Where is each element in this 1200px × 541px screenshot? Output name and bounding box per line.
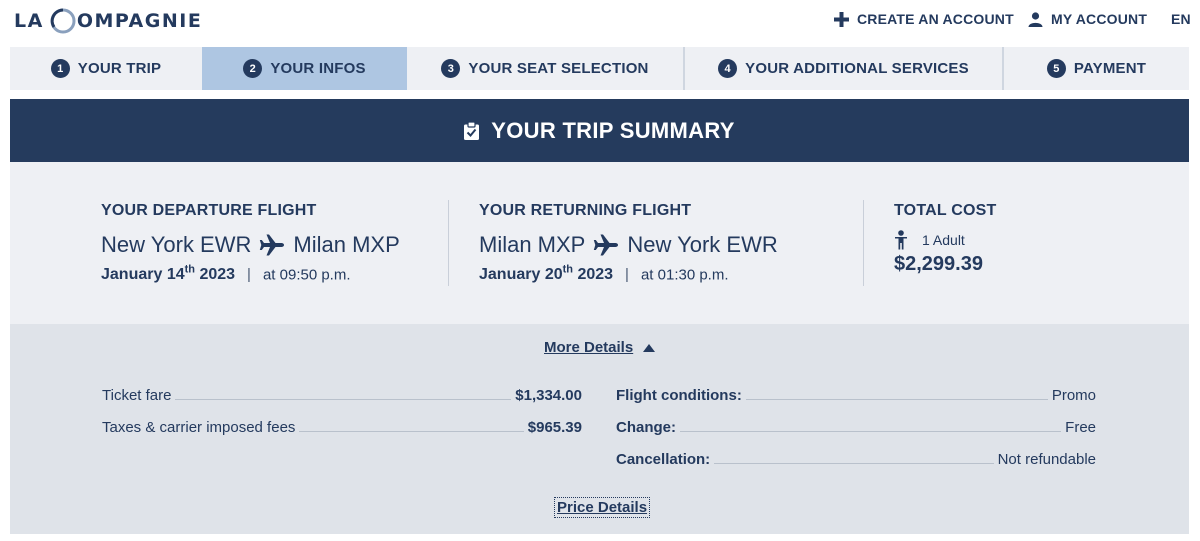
clipboard-check-icon [464, 121, 480, 140]
separator: | [625, 266, 629, 284]
returning-time: at 01:30 p.m. [640, 266, 729, 284]
condition-label: Flight conditions: [616, 387, 742, 404]
step-your-infos[interactable]: 2 YOUR INFOS [202, 47, 407, 90]
condition-row-flight: Flight conditions: Promo [616, 387, 1096, 404]
step-label: YOUR SEAT SELECTION [468, 60, 649, 77]
fare-value: $965.39 [527, 419, 582, 436]
departure-heading: YOUR DEPARTURE FLIGHT [101, 202, 317, 219]
my-account-link[interactable]: MY ACCOUNT [1028, 11, 1147, 27]
leader-line [745, 399, 1048, 400]
condition-label: Cancellation: [616, 451, 711, 468]
column-divider [863, 200, 864, 286]
returning-date: January 20th 2023 [479, 264, 614, 284]
fare-row-taxes: Taxes & carrier imposed fees $965.39 [102, 419, 582, 436]
departure-route: New York EWR Milan MXP [101, 232, 400, 258]
departure-date: January 14th 2023 [101, 264, 236, 284]
step-label: YOUR TRIP [77, 60, 162, 77]
returning-datetime: January 20th 2023 | at 01:30 p.m. [479, 264, 778, 284]
more-details-toggle[interactable]: More Details [544, 339, 656, 356]
departure-time: at 09:50 p.m. [262, 266, 351, 284]
leader-line [299, 431, 524, 432]
create-account-label: CREATE AN ACCOUNT [857, 11, 1014, 27]
leader-line [680, 431, 1062, 432]
step-payment[interactable]: 5 PAYMENT [1002, 47, 1189, 90]
separator: | [247, 266, 251, 284]
step-number: 1 [50, 59, 70, 78]
step-number: 5 [1046, 59, 1066, 78]
condition-label: Change: [616, 419, 676, 436]
step-your-trip[interactable]: 1 YOUR TRIP [10, 47, 202, 90]
logo-c-mark [50, 8, 76, 34]
step-label: YOUR INFOS [270, 60, 366, 77]
passenger-count: 1 Adult [894, 230, 996, 250]
plane-icon [260, 234, 285, 256]
step-number: 3 [441, 59, 461, 78]
returning-route: Milan MXP New York EWR [479, 232, 778, 258]
leader-line [175, 399, 512, 400]
leader-line [714, 463, 994, 464]
departure-datetime: January 14th 2023 | at 09:50 p.m. [101, 264, 400, 284]
departure-flight: YOUR DEPARTURE FLIGHT New York EWR Milan… [101, 202, 400, 284]
condition-row-cancellation: Cancellation: Not refundable [616, 451, 1096, 468]
trip-summary-panel: YOUR DEPARTURE FLIGHT New York EWR Milan… [10, 162, 1189, 324]
caret-up-icon [643, 343, 656, 352]
step-seat-selection[interactable]: 3 YOUR SEAT SELECTION [407, 47, 683, 90]
fare-value: $1,334.00 [515, 387, 582, 404]
plane-icon [594, 234, 619, 256]
logo-rest: OMPAGNIE [76, 10, 203, 32]
column-divider [448, 200, 449, 286]
my-account-label: MY ACCOUNT [1051, 11, 1148, 27]
total-amount: $2,299.39 [894, 253, 983, 275]
condition-row-change: Change: Free [616, 419, 1096, 436]
more-details-panel: More Details Ticket fare $1,334.00 Taxes… [10, 324, 1189, 534]
site-header: LA OMPAGNIE CREATE AN ACCOUNT MY ACCOUNT… [0, 0, 1200, 44]
logo-prefix: LA [14, 10, 44, 32]
condition-value: Not refundable [997, 451, 1096, 468]
passenger-label: 1 Adult [922, 232, 965, 248]
condition-value: Promo [1051, 387, 1096, 404]
returning-heading: YOUR RETURNING FLIGHT [479, 202, 692, 219]
fare-label: Taxes & carrier imposed fees [102, 419, 296, 436]
step-label: YOUR ADDITIONAL SERVICES [745, 60, 969, 77]
person-icon [895, 230, 907, 250]
step-number: 4 [718, 59, 738, 78]
departure-to: Milan MXP [293, 232, 400, 257]
language-label: EN [1171, 11, 1191, 27]
departure-from: New York EWR [101, 232, 252, 257]
price-details-link[interactable]: Price Details [554, 497, 651, 518]
fare-label: Ticket fare [102, 387, 172, 404]
trip-summary-banner: YOUR TRIP SUMMARY [10, 99, 1189, 162]
user-icon [1028, 11, 1043, 27]
returning-to: New York EWR [627, 232, 778, 257]
total-cost-heading: TOTAL COST [894, 202, 997, 219]
step-additional-services[interactable]: 4 YOUR ADDITIONAL SERVICES [683, 47, 1002, 90]
more-details-label: More Details [544, 339, 634, 356]
trip-summary-title: YOUR TRIP SUMMARY [491, 117, 735, 143]
step-label: PAYMENT [1073, 60, 1147, 77]
language-selector[interactable]: EN [1171, 11, 1191, 27]
create-account-link[interactable]: CREATE AN ACCOUNT [834, 11, 1014, 27]
total-cost: TOTAL COST 1 Adult $2,299.39 [894, 202, 996, 276]
fare-row-ticket: Ticket fare $1,334.00 [102, 387, 582, 404]
brand-logo[interactable]: LA OMPAGNIE [14, 8, 202, 34]
returning-flight: YOUR RETURNING FLIGHT Milan MXP New York… [479, 202, 778, 284]
condition-value: Free [1065, 419, 1096, 436]
returning-from: Milan MXP [479, 232, 586, 257]
plus-icon [834, 11, 849, 27]
booking-steps: 1 YOUR TRIP 2 YOUR INFOS 3 YOUR SEAT SEL… [10, 47, 1189, 90]
step-number: 2 [243, 59, 263, 78]
